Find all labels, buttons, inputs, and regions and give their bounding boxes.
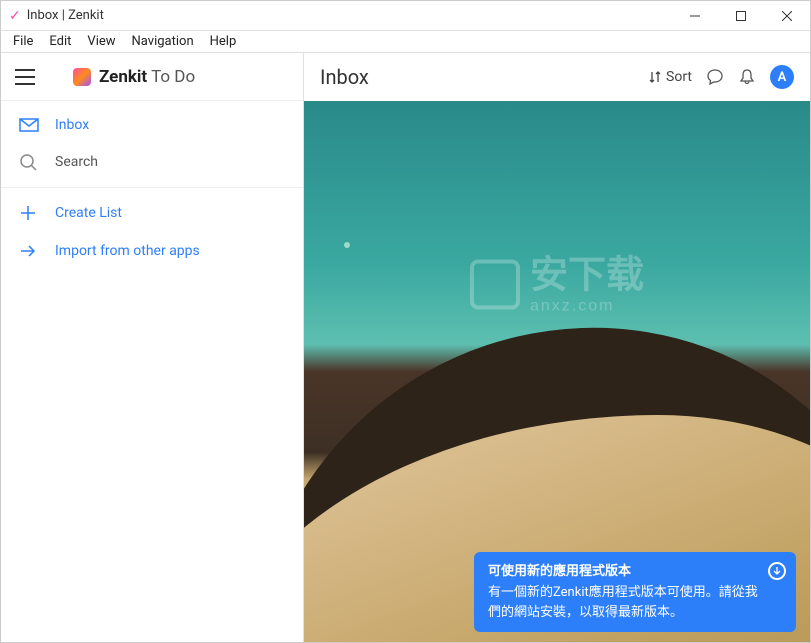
sidebar-actions: Create List Import from other apps: [1, 188, 303, 276]
avatar[interactable]: A: [770, 65, 794, 89]
hamburger-menu-icon[interactable]: [15, 69, 35, 85]
watermark-main: 安下载: [530, 254, 644, 296]
content-toolbar: Sort A: [648, 65, 794, 89]
maximize-button[interactable]: [718, 1, 764, 31]
main-area: Zenkit To Do Inbox Search: [1, 53, 810, 642]
menu-navigation[interactable]: Navigation: [124, 34, 202, 49]
zenkit-logo-icon: [73, 68, 91, 86]
hero-background: 安下载 anxz.com 可使用新的應用程式版本 有一個新的Zenkit應用程式…: [304, 101, 810, 642]
download-icon[interactable]: [768, 562, 786, 580]
sidebar-create-list-label: Create List: [55, 205, 122, 221]
inbox-icon: [19, 118, 41, 132]
app-check-icon: ✓: [9, 8, 21, 24]
sidebar-item-inbox[interactable]: Inbox: [1, 107, 303, 143]
brand-name-bold: Zenkit: [99, 67, 147, 87]
sidebar: Zenkit To Do Inbox Search: [1, 53, 304, 642]
window-titlebar: ✓ Inbox | Zenkit: [1, 1, 810, 31]
content-header: Inbox Sort A: [304, 53, 810, 101]
menu-file[interactable]: File: [5, 34, 41, 49]
sort-arrows-icon: [648, 70, 662, 84]
bell-icon[interactable]: [738, 68, 756, 86]
watermark: 安下载 anxz.com: [470, 254, 644, 315]
sidebar-import-label: Import from other apps: [55, 243, 200, 259]
page-title: Inbox: [320, 65, 369, 89]
brand-name-light: To Do: [147, 67, 195, 87]
arrow-right-icon: [19, 242, 41, 260]
brand-text: Zenkit To Do: [99, 67, 195, 87]
content: Inbox Sort A: [304, 53, 810, 642]
update-notification[interactable]: 可使用新的應用程式版本 有一個新的Zenkit應用程式版本可使用。請從我們的網站…: [474, 552, 796, 633]
brand: Zenkit To Do: [73, 67, 195, 87]
search-icon: [19, 153, 41, 171]
watermark-shield-icon: [470, 260, 520, 310]
window-controls: [672, 1, 810, 31]
moon-decoration: [344, 242, 350, 248]
sidebar-primary-list: Inbox Search: [1, 101, 303, 188]
sidebar-search-label: Search: [55, 154, 98, 170]
notification-body: 有一個新的Zenkit應用程式版本可使用。請從我們的網站安裝，以取得最新版本。: [488, 583, 760, 622]
close-button[interactable]: [764, 1, 810, 31]
sidebar-item-import[interactable]: Import from other apps: [1, 232, 303, 270]
sidebar-header: Zenkit To Do: [1, 53, 303, 101]
watermark-sub: anxz.com: [530, 297, 644, 315]
avatar-initial: A: [778, 70, 787, 85]
sidebar-inbox-label: Inbox: [55, 117, 89, 133]
notification-title: 可使用新的應用程式版本: [488, 562, 760, 582]
menu-help[interactable]: Help: [202, 34, 245, 49]
sidebar-item-create-list[interactable]: Create List: [1, 194, 303, 232]
menu-edit[interactable]: Edit: [41, 34, 79, 49]
sort-label: Sort: [666, 69, 692, 85]
sort-button[interactable]: Sort: [648, 69, 692, 85]
minimize-button[interactable]: [672, 1, 718, 31]
menubar: File Edit View Navigation Help: [1, 31, 810, 53]
plus-icon: [19, 204, 41, 222]
menu-view[interactable]: View: [79, 34, 123, 49]
window-title: Inbox | Zenkit: [27, 8, 672, 23]
sidebar-item-search[interactable]: Search: [1, 143, 303, 181]
comment-icon[interactable]: [706, 68, 724, 86]
